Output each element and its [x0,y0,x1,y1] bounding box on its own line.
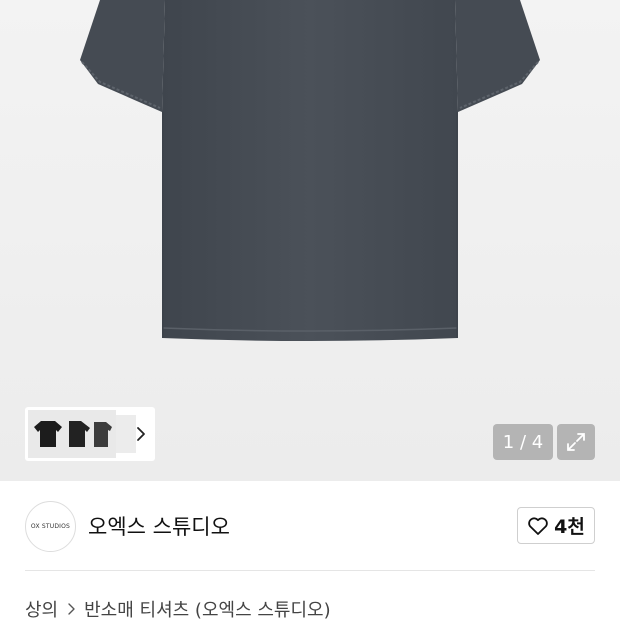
divider [25,570,595,571]
breadcrumb-category[interactable]: 상의 [25,596,58,620]
like-button[interactable]: 4천 [517,507,595,544]
brand-row: OX STUDIOS 오엑스 스튜디오 4천 [0,481,620,571]
heart-outline-icon [528,516,548,535]
thumbnail-back-image [94,422,112,447]
thumbnail-side-image [69,421,90,447]
product-image-gallery[interactable]: 1 / 4 [0,0,620,481]
like-count: 4천 [554,516,585,538]
expand-image-button[interactable] [557,424,595,460]
expand-arrows-icon [567,433,585,451]
brand-logo-text: OX STUDIOS [30,523,71,530]
chevron-right-icon[interactable] [134,425,148,443]
thumbnail-front-image [34,421,62,447]
thumbnail-next[interactable] [116,415,136,453]
breadcrumb-product[interactable]: 반소매 티셔츠 (오엑스 스튜디오) [84,596,331,620]
chevron-right-icon [68,603,75,615]
brand-name[interactable]: 오엑스 스튜디오 [88,511,230,541]
breadcrumb: 상의 반소매 티셔츠 (오엑스 스튜디오) [25,596,331,620]
brand-logo[interactable]: OX STUDIOS [25,501,76,552]
image-counter: 1 / 4 [493,424,553,460]
